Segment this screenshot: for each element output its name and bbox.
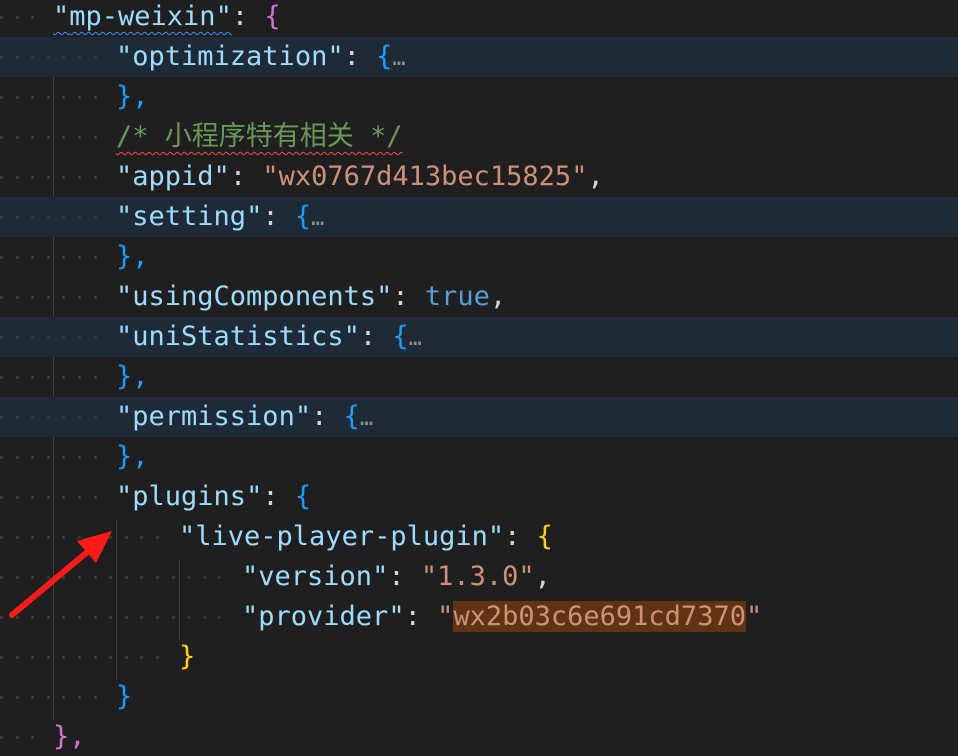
code-line[interactable]: "live-player-plugin": { [0,517,958,557]
whitespace-dots [0,237,109,277]
close-brace: }, [116,81,149,112]
code-line[interactable]: }, [0,437,958,477]
code-line[interactable]: }, [0,77,958,117]
code-line[interactable]: }, [0,237,958,277]
property-key: "permission" [116,401,312,432]
whitespace-dots [0,197,109,237]
whitespace-dots [0,157,109,197]
close-brace: }, [116,441,149,472]
whitespace-dots [0,677,109,717]
close-brace: } [116,681,133,712]
fold-ellipsis-icon[interactable]: … [392,46,405,71]
code-line[interactable]: } [0,677,958,717]
whitespace-dots [0,117,109,157]
code-line[interactable]: "plugins": { [0,477,958,517]
whitespace-dots [0,717,47,756]
boolean-value: true [424,281,490,312]
whitespace-dots [0,277,109,317]
fold-ellipsis-icon[interactable]: … [409,326,422,351]
code-line[interactable]: }, [0,717,958,756]
property-key: "appid" [116,161,230,192]
property-key: "setting" [116,201,263,232]
fold-ellipsis-icon[interactable]: … [360,406,373,431]
string-value: "1.3.0" [420,561,535,592]
property-key: "mp-weixin" [53,1,232,32]
close-brace: }, [116,241,149,272]
whitespace-dots [0,77,109,117]
whitespace-dots [0,37,109,77]
code-line[interactable]: "mp-weixin": { [0,0,958,37]
close-brace: }, [116,361,149,392]
property-key: "version" [242,561,389,592]
whitespace-dots [0,557,234,597]
open-brace: { [264,1,281,32]
whitespace-dots [0,597,234,637]
whitespace-dots [0,317,109,357]
property-key: "optimization" [116,41,344,72]
whitespace-dots [0,517,172,557]
whitespace-dots [0,437,109,477]
string-value: "wx2b03c6e691cd7370" [437,601,763,632]
property-key: "uniStatistics" [116,321,360,352]
code-line[interactable]: } [0,637,958,677]
open-brace: { [294,481,312,512]
close-brace: }, [53,721,86,752]
code-comment: /* 小程序特有相关 */ [116,121,403,152]
property-key: "usingComponents" [116,281,393,312]
code-line[interactable]: }, [0,357,958,397]
whitespace-dots [0,357,109,397]
whitespace-dots [0,397,109,437]
string-value: "wx0767d413bec15825" [262,161,588,192]
code-editor[interactable]: "mp-weixin": { "optimization": {… }, /* … [0,0,958,756]
selected-text[interactable]: wx2b03c6e691cd7370 [453,601,746,632]
folded-code-line[interactable]: "optimization": {… [0,37,958,77]
whitespace-dots [0,637,172,677]
code-line[interactable]: "appid": "wx0767d413bec15825", [0,157,958,197]
fold-ellipsis-icon[interactable]: … [311,206,324,231]
folded-code-line[interactable]: "permission": {… [0,397,958,437]
whitespace-dots [0,477,109,517]
code-line[interactable]: "version": "1.3.0", [0,557,958,597]
property-key: "plugins" [116,481,263,512]
folded-code-line[interactable]: "uniStatistics": {… [0,317,958,357]
whitespace-dots [0,0,47,37]
property-key: "provider" [242,601,405,632]
folded-code-line[interactable]: "setting": {… [0,197,958,237]
open-brace: { [536,521,553,552]
property-key: "live-player-plugin" [179,521,505,552]
code-line[interactable]: "provider": "wx2b03c6e691cd7370" [0,597,958,637]
code-line[interactable]: "usingComponents": true, [0,277,958,317]
close-brace: } [179,641,196,672]
code-line[interactable]: /* 小程序特有相关 */ [0,117,958,157]
